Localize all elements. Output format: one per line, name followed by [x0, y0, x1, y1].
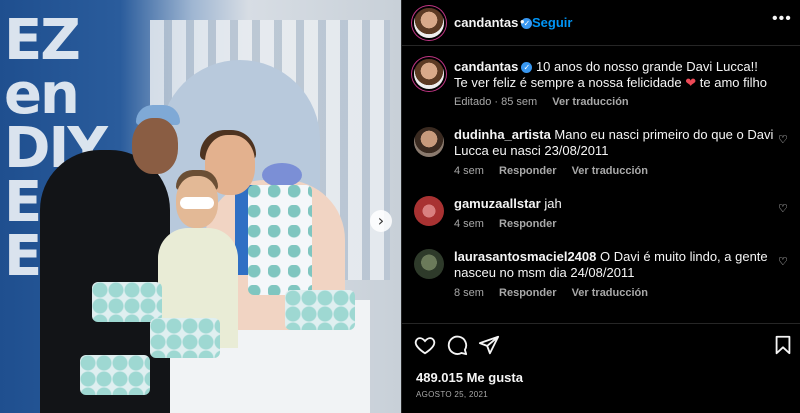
comment-username[interactable]: laurasantosmaciel2408: [454, 249, 596, 264]
comment-text: dudinha_artista Mano eu nasci primeiro d…: [454, 127, 774, 158]
cake-topper: [262, 163, 302, 187]
post-date: AGOSTO 25, 2021: [416, 390, 488, 399]
heart-emoji: ❤: [685, 75, 697, 90]
cupcake-stand-left: [92, 282, 162, 322]
cupcake-stand-right: [285, 290, 355, 330]
avatar[interactable]: [414, 249, 444, 279]
comments-list[interactable]: candantas ✓ 10 anos do nosso grande Davi …: [402, 47, 800, 323]
comment-username[interactable]: dudinha_artista: [454, 127, 551, 142]
post-actions: 489.015 Me gusta AGOSTO 25, 2021: [402, 323, 800, 413]
birthday-cake: [248, 185, 312, 295]
comment-meta: 4 sem Responder: [454, 218, 569, 230]
comment-text: gamuzaallstar jah: [454, 196, 562, 211]
avatar[interactable]: [414, 196, 444, 226]
comment-username[interactable]: gamuzaallstar: [454, 196, 541, 211]
chevron-right-icon[interactable]: ›: [370, 210, 392, 232]
post-side-panel: candantas ✓ • Seguir ••• candantas ✓ 10 an…: [401, 0, 800, 413]
follow-button[interactable]: Seguir: [532, 15, 572, 30]
heart-icon[interactable]: ♡: [778, 133, 788, 146]
comment-icon[interactable]: [446, 334, 468, 356]
comment-time: 4 sem: [454, 165, 484, 177]
post-photo[interactable]: EZ en DIY E E ›: [0, 0, 401, 413]
header-separator: •: [520, 14, 525, 29]
man-head: [132, 118, 178, 174]
avatar[interactable]: [414, 127, 444, 157]
avatar[interactable]: [414, 59, 444, 89]
heart-icon[interactable]: [414, 334, 436, 356]
edited-label: Editado · 85 sem: [454, 96, 538, 108]
cupcake-stand-front: [80, 355, 150, 395]
caption-meta: Editado · 85 sem Ver traducción: [454, 96, 641, 108]
bookmark-icon[interactable]: [772, 334, 794, 356]
translate-link[interactable]: Ver traducción: [572, 287, 648, 299]
share-icon[interactable]: [478, 334, 500, 356]
cupcake-stand-center: [150, 318, 220, 358]
heart-icon[interactable]: ♡: [778, 255, 788, 268]
comment-meta: 4 sem Responder Ver traducción: [454, 165, 660, 177]
comment-text: laurasantosmaciel2408 O Davi é muito lin…: [454, 249, 768, 280]
verified-icon: ✓: [521, 62, 533, 73]
more-options-button[interactable]: •••: [772, 10, 792, 28]
likes-count[interactable]: 489.015 Me gusta: [416, 370, 523, 385]
avatar[interactable]: [414, 8, 444, 38]
comment-time: 8 sem: [454, 287, 484, 299]
comment-time: 4 sem: [454, 218, 484, 230]
post-header: candantas ✓ • Seguir •••: [402, 0, 800, 46]
reply-button[interactable]: Responder: [499, 287, 556, 299]
caption-username[interactable]: candantas: [454, 59, 518, 74]
translate-link[interactable]: Ver traducción: [552, 96, 628, 108]
caption-text: candantas ✓ 10 anos do nosso grande Davi …: [454, 59, 767, 90]
face-blur: [180, 197, 214, 209]
heart-icon[interactable]: ♡: [778, 202, 788, 215]
reply-button[interactable]: Responder: [499, 218, 556, 230]
comment-meta: 8 sem Responder Ver traducción: [454, 287, 660, 299]
reply-button[interactable]: Responder: [499, 165, 556, 177]
translate-link[interactable]: Ver traducción: [572, 165, 648, 177]
